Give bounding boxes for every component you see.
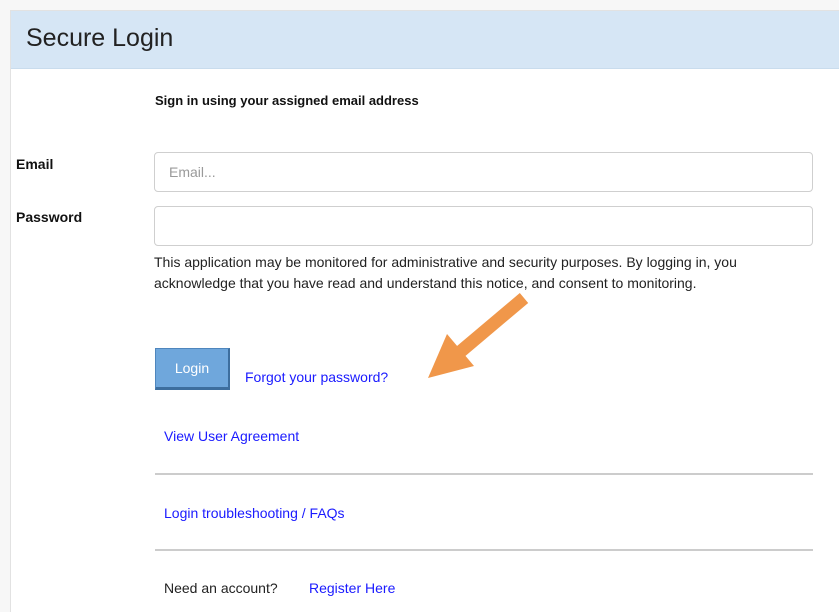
sign-in-instruction: Sign in using your assigned email addres… xyxy=(155,93,419,108)
user-agreement-link[interactable]: View User Agreement xyxy=(164,428,299,444)
email-input[interactable] xyxy=(154,152,813,192)
email-label: Email xyxy=(16,156,54,172)
divider xyxy=(155,473,813,475)
login-button[interactable]: Login xyxy=(155,348,230,390)
need-account-text: Need an account? xyxy=(164,580,278,596)
divider xyxy=(155,549,813,551)
password-input[interactable] xyxy=(154,206,813,246)
forgot-password-link[interactable]: Forgot your password? xyxy=(245,369,388,385)
arrow-icon xyxy=(428,293,529,378)
page-title: Secure Login xyxy=(26,24,174,52)
monitoring-notice: This application may be monitored for ad… xyxy=(154,254,737,291)
header-bar: Secure Login xyxy=(11,11,839,69)
troubleshooting-link[interactable]: Login troubleshooting / FAQs xyxy=(164,505,345,521)
password-label: Password xyxy=(16,209,83,225)
register-link[interactable]: Register Here xyxy=(309,580,395,596)
